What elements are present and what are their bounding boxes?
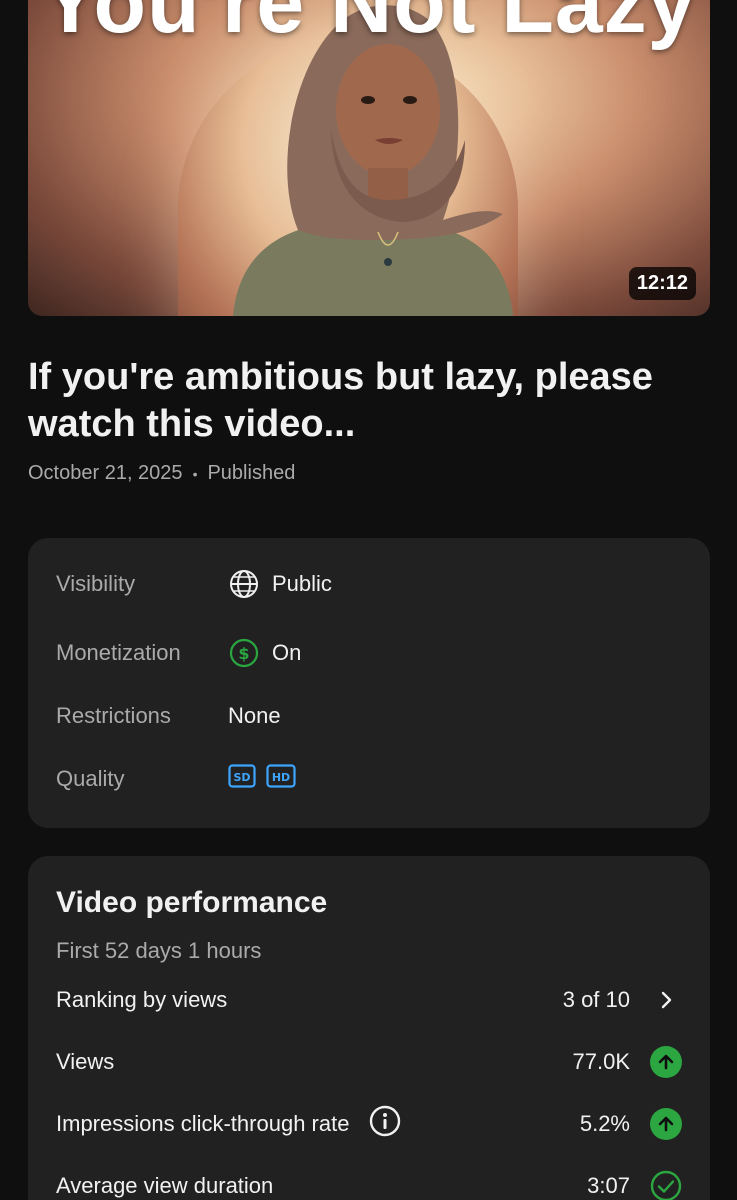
avd-value: 3:07	[587, 1173, 630, 1198]
dollar-circle-icon: $	[228, 637, 260, 669]
video-title: If you're ambitious but lazy, please wat…	[28, 356, 653, 445]
ranking-value: 3 of 10	[562, 987, 630, 1012]
views-label: Views	[56, 1049, 115, 1074]
video-meta: October 21, 2025 • Published	[28, 462, 295, 485]
quality-label: Quality	[56, 766, 125, 791]
video-details-card: Visibility Public Monetization $ On Rest…	[28, 538, 710, 828]
info-icon[interactable]	[369, 1105, 401, 1143]
monetization-label: Monetization	[56, 640, 181, 665]
restrictions-label: Restrictions	[56, 703, 171, 728]
globe-icon	[228, 568, 260, 600]
ranking-row[interactable]: Ranking by views 3 of 10	[56, 980, 682, 1020]
performance-title: Video performance	[56, 886, 328, 919]
restrictions-row[interactable]: Restrictions None	[56, 696, 281, 736]
check-circle-icon	[650, 1170, 682, 1200]
ctr-value: 5.2%	[579, 1111, 630, 1136]
hd-badge-text: HD	[272, 771, 290, 784]
hd-badge-icon: HD	[266, 764, 296, 794]
video-thumbnail[interactable]: You're Not Lazy 12:12	[28, 0, 710, 316]
chevron-right-icon	[650, 984, 682, 1016]
sd-badge-icon: SD	[228, 764, 256, 794]
ctr-label: Impressions click-through rate	[56, 1111, 350, 1136]
views-value: 77.0K	[572, 1049, 631, 1074]
restrictions-value: None	[228, 703, 281, 728]
publish-status: Published	[207, 462, 296, 484]
trend-up-icon	[650, 1108, 682, 1140]
video-duration-badge: 12:12	[628, 267, 696, 300]
monetization-row[interactable]: Monetization $ On	[56, 633, 301, 673]
avd-label: Average view duration	[56, 1173, 274, 1198]
video-performance-card: Video performance First 52 days 1 hours …	[28, 856, 710, 1200]
avd-row[interactable]: Average view duration 3:07	[56, 1166, 682, 1200]
ctr-row[interactable]: Impressions click-through rate 5.2%	[56, 1104, 682, 1144]
views-row[interactable]: Views 77.0K	[56, 1042, 682, 1082]
monetization-value: On	[272, 640, 302, 665]
visibility-row[interactable]: Visibility Public	[56, 564, 332, 604]
publish-date: October 21, 2025	[28, 462, 183, 484]
thumbnail-overlay-text: You're Not Lazy	[41, 0, 697, 51]
performance-subtitle: First 52 days 1 hours	[56, 938, 262, 963]
quality-row[interactable]: Quality SD HD	[56, 759, 296, 799]
sd-badge-text: SD	[233, 771, 250, 784]
visibility-value: Public	[272, 571, 332, 596]
svg-text:$: $	[238, 644, 249, 663]
visibility-label: Visibility	[56, 571, 136, 596]
trend-up-icon	[650, 1046, 682, 1078]
ranking-label: Ranking by views	[56, 987, 228, 1012]
meta-separator: •	[192, 465, 198, 482]
